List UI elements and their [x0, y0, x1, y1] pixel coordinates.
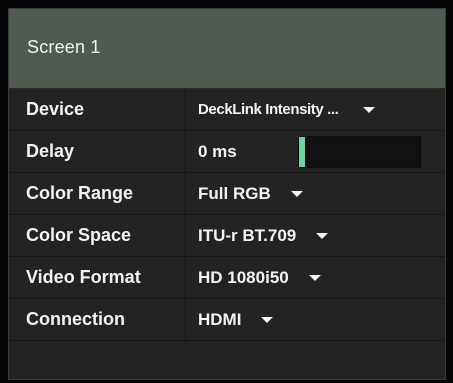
connection-selected-value: HDMI: [198, 309, 242, 329]
chevron-down-icon: [290, 191, 303, 197]
device-dropdown[interactable]: DeckLink Intensity ...: [198, 101, 376, 118]
device-value-cell: DeckLink Intensity ...: [186, 89, 445, 130]
screen-settings-window: Screen 1 Device DeckLink Intensity ... D…: [0, 0, 453, 383]
delay-value-cell: 0 ms: [186, 131, 445, 172]
connection-dropdown[interactable]: HDMI: [198, 309, 274, 330]
color-space-value-cell: ITU-r BT.709: [186, 215, 445, 256]
device-row: Device DeckLink Intensity ...: [9, 89, 445, 131]
color-range-value-cell: Full RGB: [186, 173, 445, 214]
device-label: Device: [9, 89, 186, 130]
color-range-selected-value: Full RGB: [198, 183, 271, 203]
color-range-dropdown[interactable]: Full RGB: [198, 184, 303, 204]
delay-value: 0 ms: [198, 141, 237, 161]
video-format-value-cell: HD 1080i50: [186, 257, 445, 298]
screen-settings-panel: Screen 1 Device DeckLink Intensity ... D…: [8, 8, 446, 380]
delay-label: Delay: [9, 131, 186, 172]
color-range-row: Color Range Full RGB: [9, 173, 445, 215]
chevron-down-icon: [316, 233, 329, 239]
color-range-label: Color Range: [9, 173, 186, 214]
connection-value-cell: HDMI: [186, 299, 445, 340]
delay-slider[interactable]: [298, 135, 421, 168]
color-space-label: Color Space: [9, 215, 186, 256]
screen-title: Screen 1: [27, 37, 101, 57]
video-format-label: Video Format: [9, 257, 186, 298]
video-format-row: Video Format HD 1080i50: [9, 257, 445, 299]
screen-header: Screen 1: [9, 9, 445, 89]
connection-label: Connection: [9, 299, 186, 340]
connection-row: Connection HDMI: [9, 299, 445, 341]
delay-level-fill: [299, 136, 306, 167]
settings-table: Device DeckLink Intensity ... Delay 0 ms: [9, 89, 445, 341]
video-format-dropdown[interactable]: HD 1080i50: [198, 268, 321, 288]
color-space-row: Color Space ITU-r BT.709: [9, 215, 445, 257]
color-space-selected-value: ITU-r BT.709: [198, 225, 297, 245]
chevron-down-icon: [363, 107, 376, 113]
chevron-down-icon: [308, 275, 321, 281]
device-selected-value: DeckLink Intensity ...: [198, 101, 339, 118]
chevron-down-icon: [261, 317, 274, 323]
color-space-dropdown[interactable]: ITU-r BT.709: [198, 225, 329, 246]
video-format-selected-value: HD 1080i50: [198, 267, 289, 287]
delay-row: Delay 0 ms: [9, 131, 445, 173]
